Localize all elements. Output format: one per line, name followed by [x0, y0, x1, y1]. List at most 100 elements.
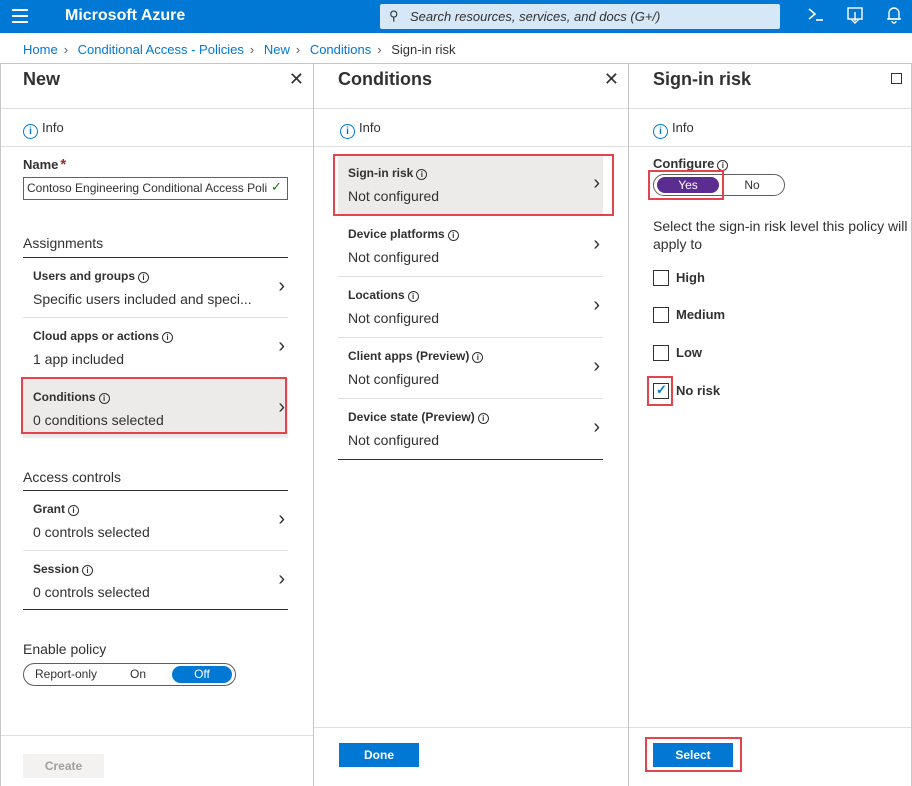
chevron-right-icon: › [593, 416, 600, 438]
item-label: Session i [33, 562, 94, 576]
done-button[interactable]: Done [339, 743, 419, 767]
device-state-item[interactable]: Device state (Preview) i Not configured › [338, 399, 603, 460]
access-controls-heading: Access controls [23, 469, 122, 485]
menu-icon[interactable] [12, 9, 28, 23]
breadcrumb-home[interactable]: Home [23, 42, 58, 57]
info-icon[interactable]: i [717, 160, 729, 171]
item-label: Device state (Preview) i [348, 410, 489, 424]
close-icon[interactable]: ✕ [289, 70, 304, 88]
checkbox[interactable] [653, 307, 669, 323]
item-label: Conditions i [33, 390, 110, 404]
toggle-option-report-only[interactable]: Report-only [28, 666, 104, 683]
assignments-heading: Assignments [23, 235, 104, 251]
breadcrumb-conditions[interactable]: Conditions [310, 42, 371, 57]
item-label-text: Users and groups [33, 269, 136, 283]
item-label: Users and groups i [33, 269, 150, 283]
item-value: Not configured [348, 188, 440, 204]
info-link[interactable]: i Info [653, 120, 694, 139]
configure-label-text: Configure [653, 156, 715, 171]
divider [629, 146, 911, 147]
session-item[interactable]: Session i 0 controls selected › [23, 550, 288, 610]
item-label-text: Grant [33, 502, 66, 516]
directory-filter-icon[interactable] [845, 6, 865, 26]
item-label-text: Locations [348, 288, 405, 302]
search-box[interactable]: ⚲ Search resources, services, and docs (… [380, 4, 780, 29]
item-label: Locations i [348, 288, 419, 302]
toggle-option-off[interactable]: Off [172, 666, 232, 683]
search-placeholder: Search resources, services, and docs (G+… [410, 9, 661, 24]
conditions-blade: Conditions ✕ i Info Sign-in risk i Not con… [313, 63, 628, 786]
chevron-right-icon: › [295, 42, 301, 57]
chevron-right-icon: › [278, 568, 285, 590]
toggle-option-on[interactable]: On [120, 666, 156, 683]
locations-item[interactable]: Locations i Not configured › [338, 277, 603, 338]
info-label: Info [359, 120, 381, 135]
item-value: Not configured [348, 310, 440, 326]
brand-title[interactable]: Microsoft Azure [65, 7, 185, 25]
divider [1, 108, 313, 109]
maximize-icon[interactable] [891, 73, 902, 84]
item-value: Not configured [348, 432, 440, 448]
item-label: Device platforms i [348, 227, 459, 241]
info-icon[interactable]: i [472, 352, 484, 363]
create-button[interactable]: Create [23, 754, 104, 778]
sign-in-risk-blade: Sign-in risk i Info Configure i Yes No Sel… [628, 63, 912, 786]
notifications-icon[interactable] [884, 6, 904, 26]
breadcrumb-new[interactable]: New [264, 42, 290, 57]
checkbox-checked[interactable] [653, 382, 669, 399]
cloud-shell-icon[interactable] [806, 6, 826, 26]
item-label-text: Session [33, 562, 80, 576]
checkbox[interactable] [653, 270, 669, 286]
info-icon: i [23, 124, 38, 139]
risk-level-label: High [676, 270, 705, 285]
breadcrumb-policies[interactable]: Conditional Access - Policies [78, 42, 244, 57]
client-apps-item[interactable]: Client apps (Preview) i Not configured › [338, 338, 603, 399]
toggle-option-no[interactable]: No [732, 177, 772, 193]
new-policy-blade: New ✕ i Info Name * Contoso Engineering Co… [0, 63, 313, 786]
chevron-right-icon: › [278, 396, 285, 418]
name-label-text: Name [23, 157, 59, 172]
blade-title: New [23, 69, 61, 89]
configure-label: Configure i [653, 156, 729, 171]
info-label: Info [672, 120, 694, 135]
info-link[interactable]: i Info [340, 120, 381, 139]
conditions-item[interactable]: Conditions i 0 conditions selected › [23, 378, 288, 438]
info-icon[interactable]: i [82, 565, 94, 576]
item-value: 0 controls selected [33, 584, 150, 600]
users-and-groups-item[interactable]: Users and groups i Specific users include… [23, 257, 288, 317]
info-icon[interactable]: i [98, 393, 110, 404]
cloud-apps-item[interactable]: Cloud apps or actions i 1 app included › [23, 317, 288, 377]
chevron-right-icon: › [593, 172, 600, 194]
info-icon[interactable]: i [416, 169, 428, 180]
item-label-text: Device state (Preview) [348, 410, 475, 424]
blade-title: Conditions [338, 69, 432, 89]
enable-policy-label: Enable policy [23, 641, 107, 657]
info-label: Info [42, 120, 64, 135]
chevron-right-icon: › [278, 275, 285, 297]
risk-level-medium[interactable]: Medium [653, 307, 725, 325]
checkbox[interactable] [653, 345, 669, 361]
device-platforms-item[interactable]: Device platforms i Not configured › [338, 216, 603, 277]
info-link[interactable]: i Info [23, 120, 64, 139]
info-icon[interactable]: i [162, 332, 174, 343]
risk-level-no-risk[interactable]: No risk [653, 382, 720, 401]
risk-level-low[interactable]: Low [653, 345, 702, 363]
configure-toggle: Yes No [653, 174, 785, 196]
grant-item[interactable]: Grant i 0 controls selected › [23, 490, 288, 550]
toggle-option-yes[interactable]: Yes [657, 177, 719, 193]
risk-level-label: Low [676, 345, 702, 360]
info-icon[interactable]: i [68, 505, 80, 516]
info-icon[interactable]: i [407, 291, 419, 302]
item-label: Client apps (Preview) i [348, 349, 484, 363]
close-icon[interactable]: ✕ [604, 70, 619, 88]
sign-in-risk-item[interactable]: Sign-in risk i Not configured › [338, 155, 603, 216]
info-icon[interactable]: i [447, 230, 459, 241]
info-icon[interactable]: i [477, 413, 489, 424]
risk-level-high[interactable]: High [653, 270, 705, 288]
select-button[interactable]: Select [653, 743, 733, 767]
divider [314, 108, 628, 109]
divider [1, 146, 313, 147]
name-input[interactable]: Contoso Engineering Conditional Access P… [23, 177, 288, 200]
info-icon[interactable]: i [138, 272, 150, 283]
item-label-text: Conditions [33, 390, 96, 404]
